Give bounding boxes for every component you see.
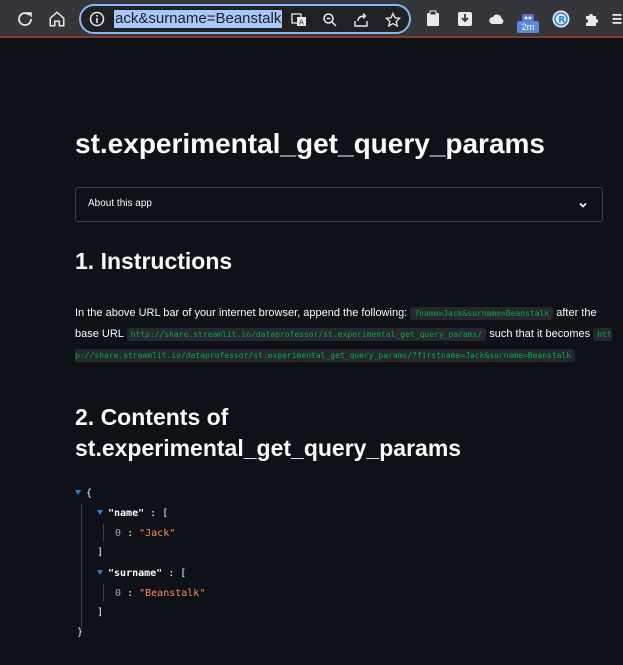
cloud-extension-icon[interactable]	[486, 8, 508, 30]
contents-heading-line2: st.experimental_get_query_params	[75, 435, 462, 461]
browser-toolbar: ack&surname=Beanstalk A 2m R	[0, 0, 623, 38]
streamlit-page: st.experimental_get_query_params About t…	[0, 40, 623, 665]
json-guide-line	[103, 524, 104, 542]
bookmark-star-icon[interactable]	[383, 10, 403, 30]
instructions-heading: 1. Instructions	[75, 248, 233, 274]
reload-icon[interactable]	[12, 6, 38, 32]
collapse-triangle-icon[interactable]	[97, 510, 103, 515]
url-text[interactable]: ack&surname=Beanstalk	[114, 10, 283, 28]
instructions-text-3: such that it becomes	[489, 328, 591, 340]
instructions-paragraph: In the above URL bar of your internet br…	[75, 303, 615, 366]
json-close-bracket: ]	[97, 607, 104, 618]
download-extension-icon[interactable]	[454, 8, 476, 30]
json-key-name-row[interactable]: "name" : [	[97, 508, 168, 519]
info-icon[interactable]	[89, 11, 105, 27]
contents-heading: 2. Contents of st.experimental_get_query…	[75, 402, 461, 464]
clipboard-extension-icon[interactable]	[422, 8, 444, 30]
base-url-code: http://share.streamlit.io/dataprofessor/…	[126, 328, 487, 341]
about-expander[interactable]: About this app	[75, 187, 603, 222]
json-close-bracket: ]	[97, 547, 104, 558]
page-title: st.experimental_get_query_params	[75, 128, 545, 159]
expander-label: About this app	[88, 198, 152, 209]
svg-text:A: A	[299, 19, 304, 27]
chevron-down-icon	[579, 202, 587, 208]
svg-text:R: R	[558, 15, 565, 25]
puzzle-extensions-icon[interactable]	[581, 8, 603, 30]
menu-icon[interactable]	[610, 8, 623, 30]
json-key-surname-row[interactable]: "surname" : [	[97, 568, 186, 579]
extension-badge: 2m	[517, 21, 539, 33]
json-viewer: { "name" : [ 0 : "Jack" ] "surname" : [ …	[75, 486, 375, 646]
r-extension-icon[interactable]: R	[550, 8, 572, 30]
collapse-triangle-icon[interactable]	[97, 570, 103, 575]
zoom-icon[interactable]	[320, 10, 340, 30]
contents-heading-line1: 2. Contents of	[75, 404, 229, 430]
share-icon[interactable]	[351, 10, 371, 30]
address-bar[interactable]: ack&surname=Beanstalk A	[79, 4, 411, 34]
translate-icon[interactable]: A	[289, 10, 309, 30]
home-icon[interactable]	[44, 6, 70, 32]
json-value-beanstalk: 0 : "Beanstalk"	[115, 588, 206, 599]
json-guide-line	[81, 504, 82, 628]
query-string-code: ?name=Jack&surname=Beanstalk	[410, 307, 554, 320]
json-value-jack: 0 : "Jack"	[115, 528, 176, 539]
json-guide-line	[103, 584, 104, 602]
json-close-brace: }	[77, 627, 84, 638]
instructions-text-1: In the above URL bar of your internet br…	[75, 307, 408, 319]
json-root-toggle[interactable]: {	[75, 488, 92, 499]
collapse-triangle-icon[interactable]	[75, 490, 81, 495]
